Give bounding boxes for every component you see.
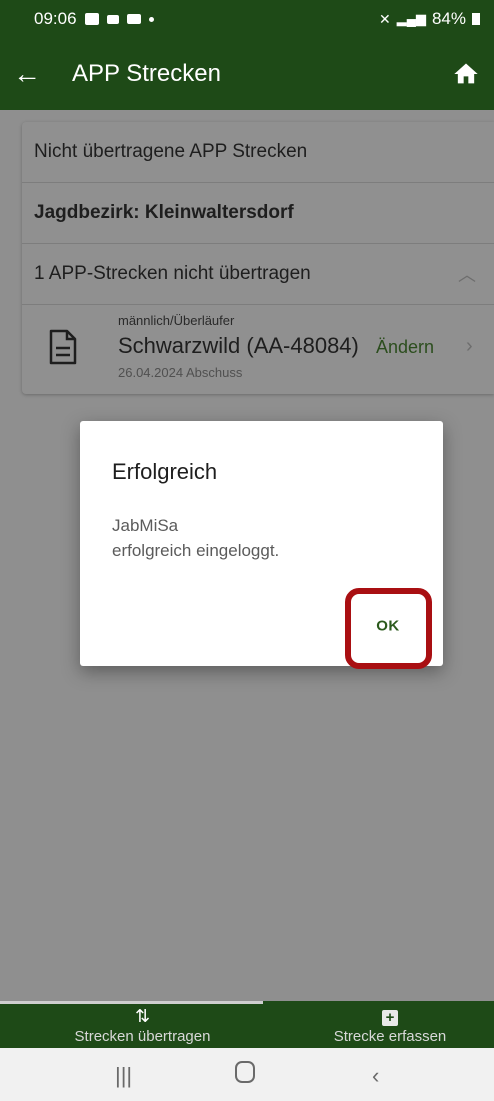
battery-icon — [472, 13, 480, 25]
back-button-icon[interactable]: ‹ — [372, 1063, 379, 1089]
ok-button[interactable]: OK — [376, 618, 400, 635]
group-label: 1 APP-Strecken nicht übertragen — [34, 263, 311, 284]
system-navigation-bar: ||| ‹ — [0, 1048, 494, 1101]
mute-icon: ✕ — [379, 10, 391, 27]
add-strecke-label: Strecke erfassen — [333, 1028, 447, 1045]
mail-icon — [126, 14, 141, 24]
success-dialog: Erfolgreich JabMiSa erfolgreich eingelog… — [80, 421, 443, 669]
battery-level: 84% — [431, 9, 466, 28]
dialog-message-line2: erfolgreich eingeloggt. — [112, 540, 280, 560]
upload-strecken-label: Strecken übertragen — [74, 1028, 211, 1045]
status-time: 09:06 — [34, 9, 77, 28]
item-name: Schwarzwild (AA-48084) — [118, 333, 359, 358]
document-icon — [49, 329, 77, 365]
dialog-message: JabMiSa erfolgreich eingeloggt. — [112, 514, 279, 563]
edit-button[interactable]: Ändern — [376, 337, 434, 358]
dialog-message-line1: JabMiSa — [112, 516, 179, 535]
gallery-icon — [84, 13, 99, 25]
home-icon[interactable] — [452, 60, 480, 88]
list-item[interactable]: männlich/Überläufer Schwarzwild (AA-4808… — [22, 305, 494, 391]
back-arrow-icon[interactable]: ← — [0, 58, 54, 90]
chevron-up-icon[interactable]: ︿ — [458, 261, 476, 287]
add-box-icon: + — [290, 1006, 490, 1026]
recent-apps-icon[interactable]: ||| — [115, 1063, 132, 1089]
district-header: Jagdbezirk: Kleinwaltersdorf — [22, 183, 494, 244]
add-strecke-button[interactable]: + Strecke erfassen — [290, 1004, 490, 1048]
item-date: 26.04.2024 Abschuss — [118, 365, 243, 380]
swap-vertical-icon: ⇅ — [134, 1006, 151, 1026]
status-bar: 09:06 ✕ ▂▄▆ 84% — [0, 0, 494, 38]
dialog-title: Erfolgreich — [112, 459, 218, 484]
signal-icon: ▂▄▆ — [396, 11, 426, 26]
notification-dot-icon — [148, 16, 154, 22]
home-button-icon[interactable] — [235, 1061, 255, 1089]
strecken-card: Nicht übertragene APP Strecken Jagdbezir… — [22, 122, 494, 394]
group-header[interactable]: 1 APP-Strecken nicht übertragen ︿ — [22, 244, 494, 305]
item-subtitle: männlich/Überläufer — [118, 313, 235, 328]
app-bar: ← APP Strecken — [0, 38, 494, 110]
bottom-navigation: ⇅ Strecken übertragen + Strecke erfassen — [0, 1001, 494, 1048]
message-icon — [106, 14, 119, 24]
upload-strecken-button[interactable]: ⇅ Strecken übertragen — [40, 1004, 245, 1048]
page-title: APP Strecken — [72, 60, 221, 87]
chevron-right-icon[interactable]: › — [466, 335, 473, 358]
section-header: Nicht übertragene APP Strecken — [22, 122, 494, 183]
